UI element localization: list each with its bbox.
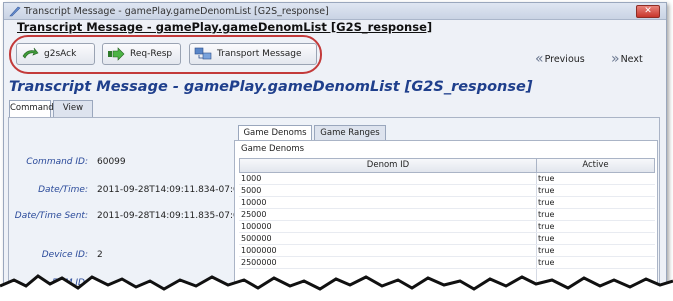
page-header-title: Transcript Message - gamePlay.gameDenomL… (17, 20, 433, 34)
table-row[interactable]: 100000 true (239, 221, 655, 233)
active-cell: true (538, 198, 555, 207)
chevron-left-icon: « (535, 51, 543, 67)
game-denoms-caption: Game Denoms (241, 144, 305, 154)
arrow-back-icon (22, 47, 39, 59)
tab-game-ranges[interactable]: Game Ranges (314, 125, 386, 140)
g2sack-label: g2sAck (44, 49, 77, 59)
chevron-right-icon: » (611, 51, 619, 67)
torn-edge (0, 274, 673, 301)
denom-id-cell: 10000 (241, 198, 267, 207)
denom-id-cell: 25000 (241, 210, 267, 219)
table-row[interactable]: 10000 true (239, 197, 655, 209)
req-resp-button[interactable]: Req-Resp (102, 43, 181, 65)
table-row[interactable]: 500000 true (239, 233, 655, 245)
active-cell: true (538, 210, 555, 219)
column-header-denom-id[interactable]: Denom ID (240, 159, 537, 172)
active-cell: true (538, 234, 555, 243)
transport-message-button[interactable]: Transport Message (189, 43, 317, 65)
denom-id-cell: 1000 (241, 174, 262, 183)
transport-message-label: Transport Message (217, 49, 302, 59)
device-id-label: Device ID: (41, 250, 88, 260)
denom-id-cell: 1000000 (241, 246, 277, 255)
app-icon (9, 6, 21, 17)
close-button[interactable]: ✕ (636, 5, 660, 18)
table-row[interactable]: 25000 true (239, 209, 655, 221)
tab-view-xml[interactable]: View XML (53, 100, 93, 128)
active-cell: true (538, 186, 555, 195)
command-id-value: 60099 (97, 157, 126, 167)
message-title: Transcript Message - gamePlay.gameDenomL… (9, 79, 533, 95)
date-time-sent-value: 2011-09-28T14:09:11.835-07:00 (97, 211, 245, 221)
title-bar: Transcript Message - gamePlay.gameDenomL… (4, 3, 666, 20)
table-row[interactable]: 5000 true (239, 185, 655, 197)
active-cell: true (538, 246, 555, 255)
command-id-label: Command ID: (26, 157, 88, 167)
previous-button[interactable]: « Previous (535, 51, 585, 67)
table-row[interactable]: 1000 true (239, 173, 655, 185)
transport-icon (194, 47, 212, 60)
g2sack-button[interactable]: g2sAck (16, 43, 95, 65)
table-row[interactable]: 1000000 true (239, 245, 655, 257)
denom-id-cell: 500000 (241, 234, 272, 243)
denom-id-cell: 5000 (241, 186, 262, 195)
date-time-label: Date/Time: (38, 185, 88, 195)
column-header-active[interactable]: Active (537, 159, 654, 172)
table-header: Denom ID Active (239, 158, 655, 173)
next-button[interactable]: » Next (611, 51, 643, 67)
previous-label: Previous (544, 53, 585, 65)
next-label: Next (620, 53, 643, 65)
active-cell: true (538, 222, 555, 231)
tab-game-denoms[interactable]: Game Denoms (238, 125, 312, 141)
window-title: Transcript Message - gamePlay.gameDenomL… (24, 6, 329, 17)
req-resp-label: Req-Resp (130, 49, 173, 59)
device-id-value: 2 (97, 250, 103, 260)
arrow-right-icon (108, 47, 125, 61)
active-cell: true (538, 174, 555, 183)
tab-command[interactable]: Command (9, 100, 54, 118)
date-time-value: 2011-09-28T14:09:11.834-07:00 (97, 185, 245, 195)
denom-id-cell: 100000 (241, 222, 272, 231)
date-time-sent-label: Date/Time Sent: (14, 211, 88, 221)
